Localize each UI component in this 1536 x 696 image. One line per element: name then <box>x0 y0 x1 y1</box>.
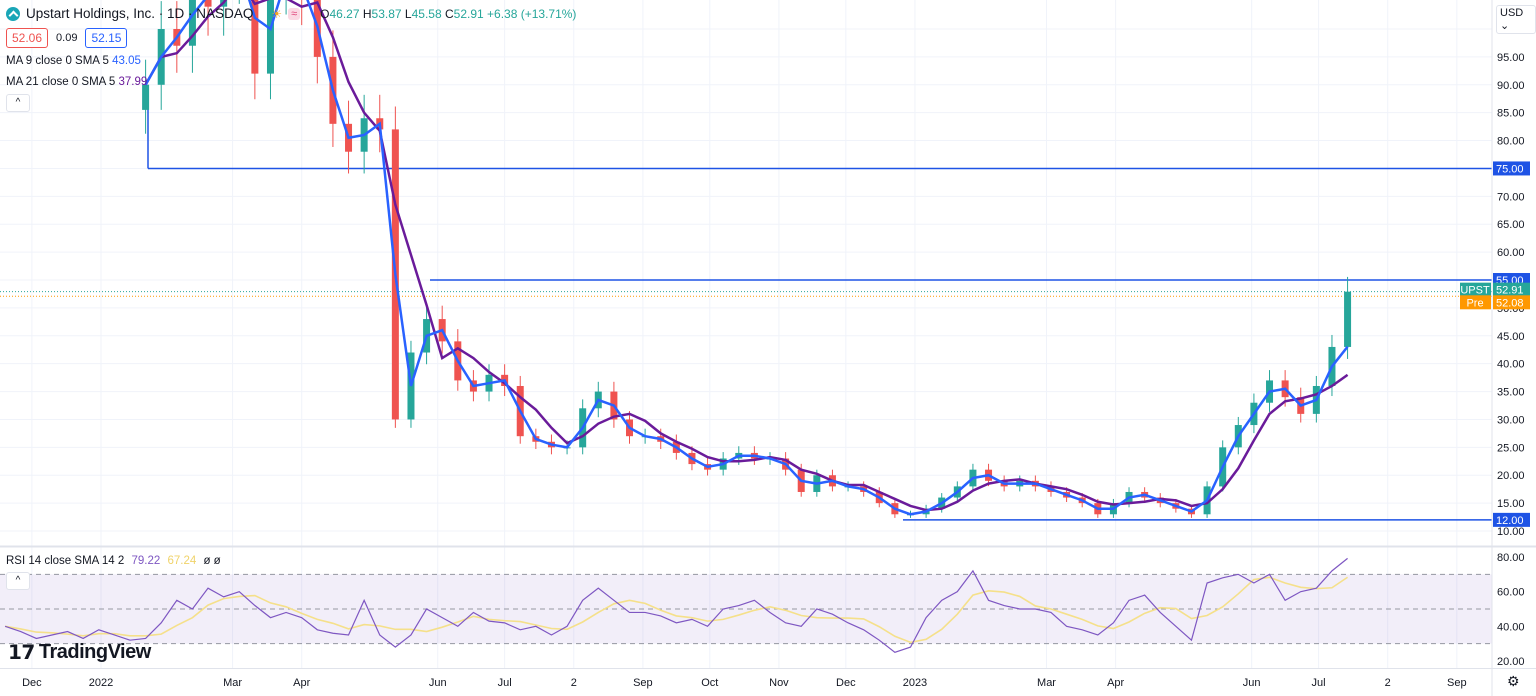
brand-name: TradingView <box>38 641 151 663</box>
y-tick-label: 45.00 <box>1497 331 1525 343</box>
price-label: 52.08 <box>1496 297 1524 309</box>
x-tick-label: 2023 <box>903 677 927 689</box>
x-tick-label: Jun <box>1243 677 1261 689</box>
buy-button[interactable]: 52.15 <box>85 28 128 48</box>
ma9-label: MA 9 close 0 SMA 5 <box>6 55 109 67</box>
low-label: L <box>404 6 412 21</box>
upstart-logo-icon <box>6 6 20 21</box>
price-tag: UPST <box>1460 285 1490 297</box>
price-label: 12.00 <box>1496 515 1524 527</box>
ma21-legend[interactable]: MA 21 close 0 SMA 5 37.99 <box>6 76 147 88</box>
x-tick-label: Sep <box>1447 677 1467 689</box>
y-tick-label: 95.00 <box>1497 52 1525 64</box>
y-tick-label: 70.00 <box>1497 191 1525 203</box>
tradingview-logo[interactable]: 𝟭𝟳 TradingView <box>8 640 151 665</box>
ma9-line <box>144 0 1349 516</box>
x-tick-label: Dec <box>22 677 42 689</box>
currency-select[interactable]: USD ⌄ <box>1496 5 1536 34</box>
rsi-extra-value: ø <box>203 555 211 567</box>
x-tick-label: Apr <box>293 677 310 689</box>
low-value: 45.58 <box>411 6 442 21</box>
rsi-tick-label: 60.00 <box>1497 587 1525 599</box>
change-value: +6.38 (+13.71%) <box>487 6 577 21</box>
candle-body <box>1344 291 1352 347</box>
x-tick-label: Sep <box>633 677 653 689</box>
y-tick-label: 90.00 <box>1497 80 1525 92</box>
y-tick-label: 35.00 <box>1497 387 1525 399</box>
settings-gear-icon[interactable]: ⚙ <box>1507 673 1520 690</box>
y-tick-label: 15.00 <box>1497 498 1525 510</box>
close-label: C <box>444 6 454 21</box>
rsi-band <box>0 574 1492 644</box>
rsi-value: 79.22 <box>131 555 161 567</box>
collapse-rsi-legend-button[interactable]: ^ <box>6 572 30 590</box>
rsi-label: RSI 14 close SMA 14 2 <box>6 555 125 567</box>
sell-button[interactable]: 52.06 <box>6 28 49 48</box>
price-pane <box>0 0 1492 521</box>
rsi-pane <box>0 557 1492 653</box>
rsi-legend[interactable]: RSI 14 close SMA 14 2 79.22 67.24 ø ø <box>6 555 221 567</box>
x-tick-label: Mar <box>1037 677 1056 689</box>
x-tick-label: Jul <box>1312 677 1326 689</box>
y-tick-label: 10.00 <box>1497 526 1525 538</box>
y-tick-label: 25.00 <box>1497 442 1525 454</box>
rsi-extra-value-2: ø <box>213 555 221 567</box>
y-tick-label: 80.00 <box>1497 136 1525 148</box>
sun-icon[interactable]: ☀ <box>271 7 282 21</box>
rsi-sma-value: 67.24 <box>167 555 197 567</box>
rsi-tick-label: 20.00 <box>1497 656 1525 668</box>
y-tick-label: 40.00 <box>1497 359 1525 371</box>
symbol-legend: Upstart Holdings, Inc. · 1D · NASDAQ ☀ ≈… <box>6 6 576 21</box>
ma9-legend[interactable]: MA 9 close 0 SMA 5 43.05 <box>6 55 141 67</box>
ma9-value: 43.05 <box>112 55 141 67</box>
x-tick-label: Jul <box>498 677 512 689</box>
rsi-tick-label: 80.00 <box>1497 552 1525 564</box>
rsi-tick-label: 40.00 <box>1497 621 1525 633</box>
y-tick-label: 60.00 <box>1497 247 1525 259</box>
ma21-line <box>144 0 1349 512</box>
high-label: H <box>362 6 372 21</box>
chart-canvas[interactable]: Dec 2022 Mar Apr Jun Jul 2 Sep Oct Nov Dec 2023 Mar A… <box>0 0 1536 696</box>
ma21-label: MA 21 close 0 SMA 5 <box>6 76 116 88</box>
symbol-title[interactable]: Upstart Holdings, Inc. · 1D · NASDAQ <box>26 6 253 21</box>
x-tick-label: Oct <box>701 677 718 689</box>
data-delay-icon[interactable]: ≈ <box>288 7 301 20</box>
x-tick-label: 2 <box>571 677 577 689</box>
close-value: 52.91 <box>453 6 484 21</box>
price-label: 75.00 <box>1496 163 1524 175</box>
ohlc-values: O46.27 H53.87 L45.58 C52.91 +6.38 (+13.7… <box>320 7 576 21</box>
bid-ask: 52.06 0.09 52.15 <box>6 28 128 48</box>
price-tag: Pre <box>1466 297 1483 309</box>
open-value: 46.27 <box>329 6 360 21</box>
ma21-value: 37.99 <box>118 76 148 88</box>
x-tick-label: Mar <box>223 677 242 689</box>
grid <box>0 0 1492 668</box>
x-tick-label: Jun <box>429 677 447 689</box>
spread: 0.09 <box>56 32 78 44</box>
y-tick-label: 30.00 <box>1497 414 1525 426</box>
price-label: 52.91 <box>1496 285 1524 297</box>
candle-body <box>142 84 150 110</box>
x-tick-label: Dec <box>836 677 856 689</box>
y-tick-label: 85.00 <box>1497 108 1525 120</box>
high-value: 53.87 <box>371 6 402 21</box>
y-tick-label: 20.00 <box>1497 470 1525 482</box>
collapse-legend-button[interactable]: ^ <box>6 94 30 112</box>
x-tick-label: 2 <box>1385 677 1391 689</box>
x-tick-label: Apr <box>1107 677 1124 689</box>
x-tick-label: 2022 <box>89 677 113 689</box>
x-tick-label: Nov <box>769 677 789 689</box>
tradingview-mark-icon: 𝟭𝟳 <box>8 642 35 664</box>
y-tick-label: 65.00 <box>1497 219 1525 231</box>
